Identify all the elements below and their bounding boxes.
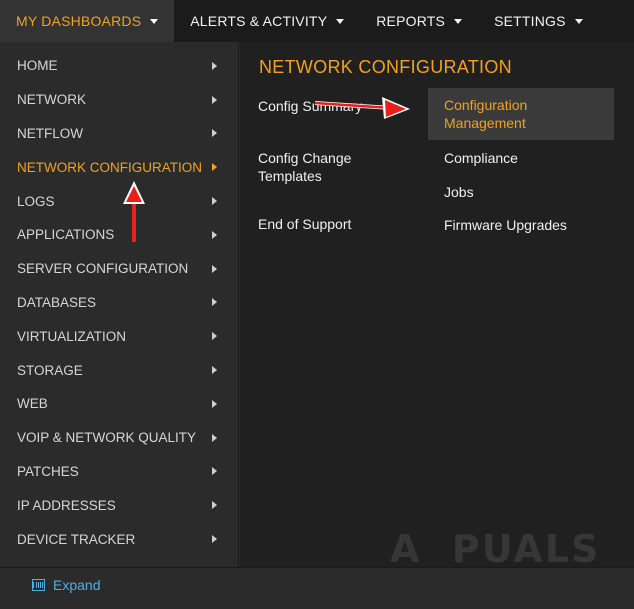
link-configuration-management[interactable]: Configuration Management	[428, 88, 614, 140]
menu-item-storage[interactable]: STORAGE	[0, 353, 238, 387]
bottom-bar: Expand	[0, 567, 634, 609]
chevron-right-icon	[212, 332, 217, 341]
watermark-logo: A PUALS	[390, 527, 601, 571]
submenu-title: NETWORK CONFIGURATION	[259, 57, 512, 77]
menu-item-label: VOIP & NETWORK QUALITY	[17, 430, 197, 446]
menu-item-network[interactable]: NETWORK	[0, 83, 238, 117]
link-end-of-support[interactable]: End of Support	[258, 215, 408, 233]
menu-item-label: SERVER CONFIGURATION	[17, 261, 189, 277]
chevron-right-icon	[212, 366, 217, 375]
menu-item-logs[interactable]: LOGS	[0, 184, 238, 218]
network-configuration-submenu: NETWORK CONFIGURATION Config Summary Con…	[240, 42, 634, 567]
tab-reports[interactable]: REPORTS	[360, 0, 478, 42]
menu-item-server-configuration[interactable]: SERVER CONFIGURATION	[0, 252, 238, 286]
menu-item-label: IP ADDRESSES	[17, 497, 116, 513]
chevron-right-icon	[212, 467, 217, 476]
expand-label: Expand	[53, 577, 101, 593]
chevron-right-icon	[212, 197, 217, 206]
menu-item-network-configuration[interactable]: NETWORK CONFIGURATION	[0, 150, 238, 184]
caret-down-icon	[574, 18, 583, 24]
chevron-right-icon	[212, 230, 217, 239]
link-jobs[interactable]: Jobs	[444, 183, 614, 201]
tab-my-dashboards[interactable]: MY DASHBOARDS	[0, 0, 175, 42]
chevron-right-icon	[212, 61, 217, 70]
menu-item-label: APPLICATIONS	[17, 227, 115, 243]
menu-item-label: NETFLOW	[17, 125, 83, 141]
tab-settings-label: SETTINGS	[494, 13, 566, 29]
menu-item-home[interactable]: HOME	[0, 49, 238, 83]
chevron-right-icon	[212, 298, 217, 307]
menu-item-databases[interactable]: DATABASES	[0, 286, 238, 320]
menu-item-label: DATABASES	[17, 294, 97, 310]
caret-down-icon	[336, 18, 345, 24]
tab-my-dashboards-label: MY DASHBOARDS	[16, 13, 142, 29]
menu-item-device-tracker[interactable]: DEVICE TRACKER	[0, 522, 238, 556]
chevron-right-icon	[212, 399, 217, 408]
chevron-right-icon	[212, 501, 217, 510]
caret-down-icon	[454, 18, 463, 24]
caret-down-icon	[150, 18, 159, 24]
menu-item-label: PATCHES	[17, 463, 79, 479]
menu-item-virtualization[interactable]: VIRTUALIZATION	[0, 319, 238, 353]
link-compliance[interactable]: Compliance	[444, 149, 614, 167]
menu-item-label: STORAGE	[17, 362, 83, 378]
chevron-right-icon	[212, 535, 217, 544]
menu-item-label: LOGS	[17, 193, 55, 209]
chevron-right-icon	[212, 129, 217, 138]
menu-item-patches[interactable]: PATCHES	[0, 455, 238, 489]
tab-reports-label: REPORTS	[376, 13, 446, 29]
menu-item-netflow[interactable]: NETFLOW	[0, 117, 238, 151]
link-config-summary[interactable]: Config Summary	[258, 97, 408, 115]
chevron-right-icon	[212, 163, 217, 172]
tab-alerts-activity-label: ALERTS & ACTIVITY	[190, 13, 328, 29]
link-config-change-templates[interactable]: Config Change Templates	[258, 149, 398, 185]
chevron-right-icon	[212, 95, 217, 104]
top-navigation-bar: MY DASHBOARDS ALERTS & ACTIVITY REPORTS …	[0, 0, 634, 42]
dashboards-menu: HOME NETWORK NETFLOW NETWORK CONFIGURATI…	[0, 42, 239, 567]
menu-item-voip-network-quality[interactable]: VOIP & NETWORK QUALITY	[0, 421, 238, 455]
menu-item-label: NETWORK CONFIGURATION	[17, 159, 202, 175]
expand-button[interactable]: Expand	[32, 577, 100, 593]
menu-item-web[interactable]: WEB	[0, 387, 238, 421]
menu-item-label: NETWORK	[17, 92, 86, 108]
tab-alerts-activity[interactable]: ALERTS & ACTIVITY	[174, 0, 360, 42]
expand-icon	[32, 579, 45, 591]
menu-item-applications[interactable]: APPLICATIONS	[0, 218, 238, 252]
menu-item-label: VIRTUALIZATION	[17, 328, 127, 344]
link-firmware-upgrades[interactable]: Firmware Upgrades	[444, 216, 614, 234]
menu-item-label: HOME	[17, 58, 58, 74]
chevron-right-icon	[212, 433, 217, 442]
menu-item-label: DEVICE TRACKER	[17, 531, 136, 547]
menu-item-label: WEB	[17, 396, 48, 412]
tab-settings[interactable]: SETTINGS	[478, 0, 599, 42]
menu-item-ip-addresses[interactable]: IP ADDRESSES	[0, 488, 238, 522]
chevron-right-icon	[212, 264, 217, 273]
